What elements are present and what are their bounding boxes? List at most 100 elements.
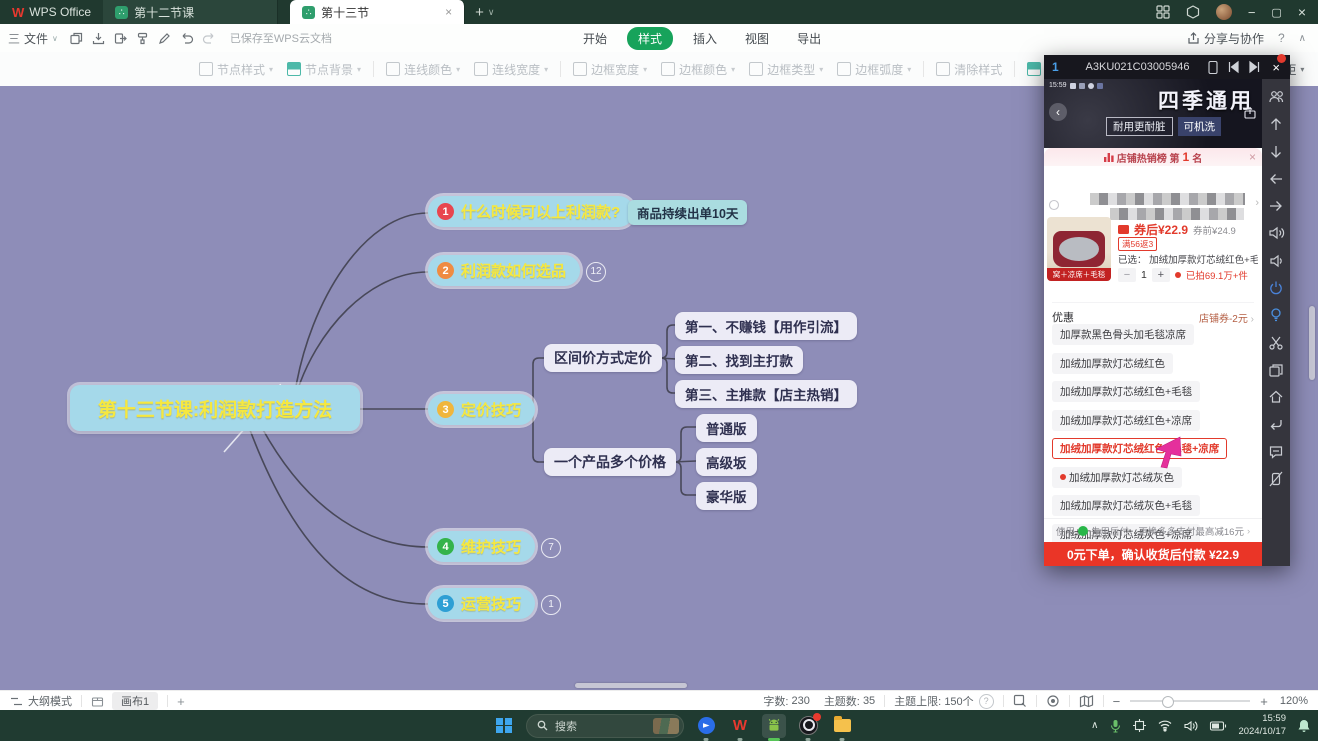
phone-window-close-button[interactable]: × bbox=[1272, 60, 1290, 75]
new-window-icon[interactable] bbox=[66, 28, 88, 48]
help-button[interactable]: ? bbox=[1278, 31, 1285, 45]
sku-option[interactable]: 加厚款黑色骨头加毛毯凉席 bbox=[1052, 324, 1194, 345]
back-button[interactable]: ‹ bbox=[1049, 103, 1067, 121]
pay-later-row[interactable]: 使用 先用后付，更换多多支付最高减16元 › bbox=[1044, 518, 1262, 538]
arrow-right-icon[interactable] bbox=[1268, 198, 1284, 214]
crosshair-icon[interactable] bbox=[1133, 719, 1146, 732]
node-advanced-version[interactable]: 高级坂 bbox=[696, 448, 757, 476]
children-count-badge[interactable]: 7 bbox=[541, 538, 561, 558]
back-key-icon[interactable] bbox=[1268, 417, 1284, 433]
tool-border-radius[interactable]: 边框弧度▾ bbox=[837, 61, 911, 78]
qty-minus-button[interactable]: − bbox=[1118, 268, 1136, 282]
volume-up-icon[interactable] bbox=[1268, 225, 1285, 241]
node-basic-version[interactable]: 普通版 bbox=[696, 414, 757, 442]
branch-product-selection[interactable]: 2 利润款如何选品 12 bbox=[428, 255, 580, 286]
prev-device-icon[interactable] bbox=[1228, 62, 1239, 72]
sku-option[interactable]: 加绒加厚款灯芯绒灰色+毛毯 bbox=[1052, 495, 1200, 516]
volume-icon[interactable] bbox=[1184, 720, 1198, 732]
expand-arrow-icon[interactable]: › bbox=[1255, 197, 1259, 209]
qty-plus-button[interactable]: + bbox=[1152, 268, 1170, 282]
limit-help-icon[interactable]: ? bbox=[979, 694, 994, 709]
menu-style[interactable]: 样式 bbox=[627, 27, 673, 50]
wifi-icon[interactable] bbox=[1158, 720, 1172, 731]
sku-option[interactable]: 加绒加厚款灯芯绒红色+毛毯 bbox=[1052, 381, 1200, 402]
tray-clock[interactable]: 15:59 2024/10/17 bbox=[1238, 713, 1286, 738]
mindmap-central-topic[interactable]: 第十三节课:利润款打造方法 bbox=[70, 385, 360, 431]
maximize-button[interactable]: ▢ bbox=[1271, 6, 1281, 19]
phone-window-titlebar[interactable]: 1 A3KU021C03005946 × bbox=[1044, 55, 1290, 79]
home-icon[interactable] bbox=[1268, 389, 1284, 405]
node-first-no-profit[interactable]: 第一、不赚钱【用作引流】 bbox=[675, 312, 857, 340]
zoom-slider-knob[interactable] bbox=[1162, 696, 1174, 708]
favorite-icon[interactable] bbox=[1048, 199, 1060, 211]
taskbar-search[interactable]: 搜索 bbox=[526, 714, 684, 738]
taskbar-app-obs[interactable] bbox=[796, 714, 820, 738]
tab-close-icon[interactable]: × bbox=[445, 5, 452, 19]
taskbar-app-explorer[interactable] bbox=[830, 714, 854, 738]
sku-option[interactable]: 加绒加厚款灯芯绒红色 bbox=[1052, 353, 1173, 374]
tool-line-color[interactable]: 连线颜色▾ bbox=[386, 61, 460, 78]
arrow-up-icon[interactable] bbox=[1268, 116, 1284, 132]
minimize-button[interactable]: − bbox=[1248, 5, 1256, 20]
sku-option-selected[interactable]: 加绒加厚款灯芯绒红色+毛毯+凉席 bbox=[1052, 438, 1227, 459]
export-icon[interactable] bbox=[110, 28, 132, 48]
tool-node-style[interactable]: 节点样式▾ bbox=[199, 61, 273, 78]
group-icon[interactable] bbox=[1268, 89, 1285, 105]
menu-home[interactable]: 开始 bbox=[575, 28, 615, 49]
tool-border-type[interactable]: 边框类型▾ bbox=[749, 61, 823, 78]
children-count-badge[interactable]: 12 bbox=[586, 262, 606, 282]
vertical-scrollbar[interactable] bbox=[1309, 306, 1315, 380]
apps-grid-icon[interactable] bbox=[1156, 5, 1170, 19]
new-tab-button[interactable]: + bbox=[475, 4, 484, 21]
zoom-level[interactable]: 120% bbox=[1280, 695, 1308, 707]
sku-option-live[interactable]: 加绒加厚款灯芯绒灰色 bbox=[1052, 467, 1182, 488]
node-second-main-product[interactable]: 第二、找到主打款 bbox=[675, 346, 803, 374]
children-count-badge[interactable]: 1 bbox=[541, 595, 561, 615]
redo-icon[interactable] bbox=[198, 28, 220, 48]
theme-skin-icon[interactable] bbox=[1186, 5, 1200, 19]
battery-icon[interactable] bbox=[1210, 721, 1226, 731]
rotation-off-icon[interactable] bbox=[1268, 471, 1284, 487]
node-order-10-days[interactable]: 商品持续出单10天 bbox=[628, 200, 747, 225]
share-collab-button[interactable]: 分享与协作 bbox=[1187, 30, 1264, 47]
locate-topic-icon[interactable] bbox=[1013, 694, 1027, 708]
branch-maintenance-skill[interactable]: 4 维护技巧 7 bbox=[428, 531, 535, 562]
taskbar-app-wps[interactable]: W bbox=[728, 714, 752, 738]
doc-tab-2[interactable]: ∴ 第十三节 × bbox=[290, 0, 465, 24]
branch-pricing-skill[interactable]: 3 定价技巧 bbox=[428, 394, 535, 425]
fit-map-icon[interactable] bbox=[1079, 695, 1094, 708]
sku-option[interactable]: 加绒加厚款灯芯绒红色+凉席 bbox=[1052, 410, 1200, 431]
branch-when-to-list[interactable]: 1 什么时候可以上利润款? bbox=[428, 196, 634, 227]
node-multi-price[interactable]: 一个产品多个价格 bbox=[544, 448, 676, 476]
tool-line-width[interactable]: 连线宽度▾ bbox=[474, 61, 548, 78]
zoom-in-button[interactable]: + bbox=[1260, 694, 1268, 709]
taskbar-app-android-mirror[interactable] bbox=[762, 714, 786, 738]
user-avatar[interactable] bbox=[1216, 4, 1232, 20]
messages-icon[interactable] bbox=[1268, 444, 1284, 460]
volume-down-icon[interactable] bbox=[1268, 253, 1284, 269]
edit-pencil-icon[interactable] bbox=[154, 28, 176, 48]
multi-window-icon[interactable] bbox=[1268, 362, 1284, 378]
branch-operation-skill[interactable]: 5 运营技巧 1 bbox=[428, 588, 535, 619]
arrow-left-icon[interactable] bbox=[1268, 171, 1284, 187]
taskbar-app-browser[interactable] bbox=[694, 714, 718, 738]
file-menu[interactable]: 三 文件 ∨ bbox=[0, 30, 66, 47]
tray-expand-icon[interactable]: ∧ bbox=[1091, 720, 1098, 731]
wps-home-tab[interactable]: W WPS Office bbox=[0, 0, 103, 24]
node-range-pricing[interactable]: 区间价方式定价 bbox=[544, 344, 662, 372]
shop-coupon-link[interactable]: 店铺券-2元 › bbox=[1199, 310, 1254, 325]
undo-icon[interactable] bbox=[176, 28, 198, 48]
zoom-out-button[interactable]: − bbox=[1113, 694, 1121, 709]
tool-clear-style[interactable]: 清除样式 bbox=[936, 61, 1002, 78]
product-thumbnail[interactable]: 窝＋凉席＋毛毯 bbox=[1047, 217, 1111, 281]
package-icon[interactable] bbox=[91, 695, 104, 708]
node-deluxe-version[interactable]: 豪华版 bbox=[696, 482, 757, 510]
tab-list-dropdown[interactable]: ∨ bbox=[488, 7, 495, 18]
product-hero-image[interactable]: 15:59 ‹ 四季通用 耐用更耐脏 可机洗 bbox=[1044, 79, 1262, 148]
tool-border-color[interactable]: 边框颜色▾ bbox=[661, 61, 735, 78]
menu-view[interactable]: 视图 bbox=[737, 28, 777, 49]
start-button[interactable] bbox=[492, 714, 516, 738]
zoom-slider[interactable] bbox=[1130, 700, 1250, 702]
power-icon[interactable] bbox=[1268, 280, 1284, 296]
collapse-ribbon-button[interactable]: ∧ bbox=[1299, 33, 1306, 44]
